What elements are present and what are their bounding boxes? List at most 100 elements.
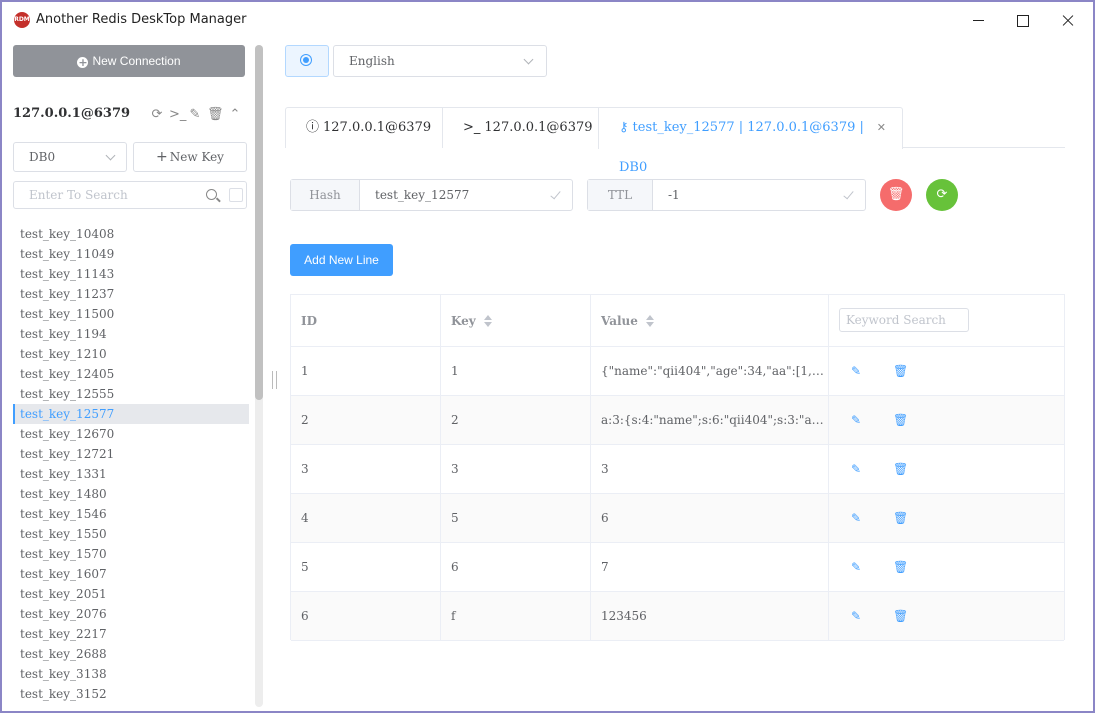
chevron-down-icon xyxy=(523,54,534,65)
key-list-item[interactable]: test_key_1550 xyxy=(13,524,249,544)
key-list-item[interactable]: test_key_12405 xyxy=(13,364,249,384)
trash-icon[interactable]: 🗑 xyxy=(893,364,908,378)
exact-search-checkbox[interactable] xyxy=(229,188,243,202)
cell-value-text: {"name":"qii404","age":34,"aa":[1,2,3,4,… xyxy=(601,364,825,378)
key-list-item[interactable]: test_key_11237 xyxy=(13,284,249,304)
table-row: 5 6 7 ✎ 🗑 xyxy=(291,543,1064,592)
connection-name[interactable]: 127.0.0.1@6379 xyxy=(13,106,130,121)
refresh-key-button[interactable]: ⟳ xyxy=(926,179,958,211)
key-name-value[interactable]: test_key_12577 xyxy=(375,180,469,210)
delete-icon[interactable]: 🗑 xyxy=(207,108,224,122)
close-window-button[interactable] xyxy=(1053,8,1083,32)
edit-icon[interactable]: ✎ xyxy=(849,462,863,476)
sidebar-resize-handle[interactable] xyxy=(272,371,277,389)
key-list-item[interactable]: test_key_1194 xyxy=(13,324,249,344)
table-row: 3 3 3 ✎ 🗑 xyxy=(291,445,1064,494)
keyword-search-input[interactable]: Keyword Search xyxy=(839,308,969,332)
cell-value: 123456 xyxy=(591,592,829,640)
ttl-field[interactable]: TTL -1 xyxy=(587,179,866,211)
trash-icon[interactable]: 🗑 xyxy=(893,560,908,574)
close-tab-icon[interactable]: ✕ xyxy=(877,108,886,148)
refresh-icon[interactable]: ⟳ xyxy=(150,108,164,122)
table-row: 22 a:3:{s:4:"name";s:6:"qii404";s:3:"age"… xyxy=(291,396,1064,445)
key-list-item[interactable]: test_key_3138 xyxy=(13,664,249,684)
trash-icon[interactable]: 🗑 xyxy=(893,413,908,427)
header-key-label: Key xyxy=(451,313,476,328)
eye-toggle-button[interactable] xyxy=(285,45,329,77)
sort-icon[interactable] xyxy=(645,314,654,327)
tab-key-detail[interactable]: ⚷ test_key_12577 | 127.0.0.1@6379 | DB0 ✕ xyxy=(598,107,903,175)
key-search-input[interactable]: Enter To Search xyxy=(13,181,247,209)
cell-key: 3 xyxy=(441,445,591,493)
key-list-item[interactable]: test_key_2217 xyxy=(13,624,249,644)
key-list-item[interactable]: test_key_12577 xyxy=(13,404,249,424)
key-list-item[interactable]: test_key_2051 xyxy=(13,584,249,604)
maximize-button[interactable] xyxy=(1008,8,1038,32)
check-icon[interactable] xyxy=(843,188,854,200)
language-select[interactable]: English xyxy=(333,45,547,77)
cell-id: 5 xyxy=(291,543,441,591)
key-list-item[interactable]: test_key_1546 xyxy=(13,504,249,524)
check-icon[interactable] xyxy=(550,188,561,200)
terminal-icon[interactable]: >_ xyxy=(169,108,186,122)
cell-operations: ✎ 🗑 xyxy=(829,592,1064,640)
minimize-button[interactable] xyxy=(964,8,994,32)
header-value[interactable]: Value xyxy=(591,295,829,346)
key-list-item[interactable]: test_key_1607 xyxy=(13,564,249,584)
tab-terminal[interactable]: >_ 127.0.0.1@6379 xyxy=(442,107,599,148)
key-list-item[interactable]: test_key_12555 xyxy=(13,384,249,404)
edit-icon[interactable]: ✎ xyxy=(849,560,863,574)
cell-value: a:3:{s:4:"name";s:6:"qii404";s:3:"age";i… xyxy=(591,396,829,444)
trash-icon[interactable]: 🗑 xyxy=(893,462,908,476)
trash-icon[interactable]: 🗑 xyxy=(893,609,908,623)
cell-value-text: 7 xyxy=(601,560,609,574)
edit-icon[interactable]: ✎ xyxy=(849,413,863,427)
cell-key: f xyxy=(441,592,591,640)
key-name-field[interactable]: Hash test_key_12577 xyxy=(290,179,573,211)
key-list-item[interactable]: test_key_2076 xyxy=(13,604,249,624)
table-row: 4 5 6 ✎ 🗑 xyxy=(291,494,1064,543)
cell-key: 2 xyxy=(441,396,591,444)
ttl-value[interactable]: -1 xyxy=(668,180,680,210)
header-key[interactable]: Key xyxy=(441,295,591,346)
header-value-label: Value xyxy=(601,313,638,328)
trash-icon[interactable]: 🗑 xyxy=(893,511,908,525)
tab-label: test_key_12577 | 127.0.0.1@6379 | DB0 xyxy=(619,120,864,175)
key-list-item[interactable]: test_key_12670 xyxy=(13,424,249,444)
hash-table: ID Key Value Keyword Search 1 1 {"name":"q… xyxy=(290,294,1065,641)
key-list-item[interactable]: test_key_11500 xyxy=(13,304,249,324)
plus-icon: + xyxy=(156,149,168,165)
sidebar-scrollbar-thumb[interactable] xyxy=(255,45,263,400)
key-list-item[interactable]: test_key_1480 xyxy=(13,484,249,504)
new-key-button[interactable]: + New Key xyxy=(133,142,247,172)
edit-icon[interactable]: ✎ xyxy=(849,511,863,525)
header-id: ID xyxy=(291,295,441,346)
key-list-item[interactable]: test_key_1331 xyxy=(13,464,249,484)
key-list-item[interactable]: test_key_1210 xyxy=(13,344,249,364)
cell-id: 3 xyxy=(291,445,441,493)
edit-icon[interactable]: ✎ xyxy=(849,364,863,378)
key-list-item[interactable]: test_key_11143 xyxy=(13,264,249,284)
cell-id: 2 xyxy=(291,396,441,444)
add-new-line-button[interactable]: Add New Line xyxy=(290,244,393,276)
table-row: 11 {"name":"qii404","age":34,"aa":[1,2,3,… xyxy=(291,347,1064,396)
refresh-icon: ⟳ xyxy=(936,187,948,202)
key-list-item[interactable]: test_key_2688 xyxy=(13,644,249,664)
db-select[interactable]: DB0 xyxy=(13,142,127,172)
app-title: Another Redis DeskTop Manager xyxy=(36,12,247,27)
delete-key-button[interactable]: 🗑 xyxy=(880,179,912,211)
key-list-item[interactable]: test_key_11049 xyxy=(13,244,249,264)
key-list-item[interactable]: test_key_3152 xyxy=(13,684,249,704)
new-connection-button[interactable]: + New Connection xyxy=(13,45,245,77)
key-list-item[interactable]: test_key_1570 xyxy=(13,544,249,564)
search-icon[interactable] xyxy=(206,189,217,200)
cell-id: 6 xyxy=(291,592,441,640)
tab-connection-info[interactable]: ⓘ 127.0.0.1@6379 xyxy=(285,107,443,148)
chevron-up-icon[interactable]: ⌃ xyxy=(228,108,242,122)
edit-icon[interactable]: ✎ xyxy=(188,108,202,122)
trash-icon: 🗑 xyxy=(887,187,905,202)
key-list-item[interactable]: test_key_12721 xyxy=(13,444,249,464)
edit-icon[interactable]: ✎ xyxy=(849,609,863,623)
sort-icon[interactable] xyxy=(483,314,492,327)
key-list-item[interactable]: test_key_10408 xyxy=(13,224,249,244)
